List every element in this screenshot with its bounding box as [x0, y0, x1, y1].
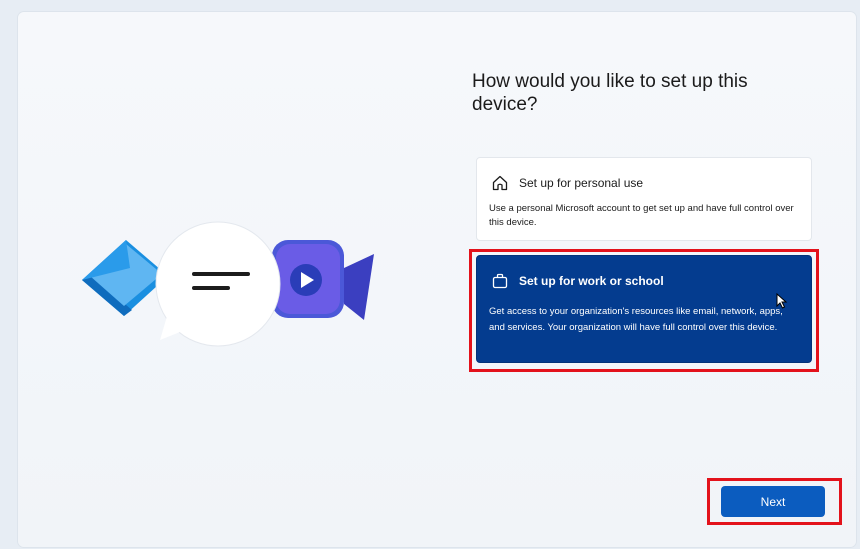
next-button[interactable]: Next [721, 486, 825, 517]
home-icon [489, 172, 511, 194]
option-work-header: Set up for work or school [489, 270, 799, 292]
mail-icon [82, 240, 168, 316]
option-personal-description: Use a personal Microsoft account to get … [489, 203, 794, 228]
chat-bubble-icon [155, 221, 281, 347]
briefcase-icon [489, 270, 511, 292]
mouse-cursor-icon [776, 293, 788, 309]
option-work-description: Get access to your organization's resour… [489, 306, 783, 333]
page-title: How would you like to set up this device… [472, 71, 748, 115]
option-work-label: Set up for work or school [519, 274, 664, 288]
video-camera-icon [272, 240, 374, 320]
option-work-or-school[interactable]: Set up for work or school Get access to … [476, 255, 812, 363]
option-personal-header: Set up for personal use [489, 172, 799, 194]
screen-background: How would you like to set up this device… [0, 0, 860, 549]
setup-illustration [82, 221, 374, 347]
option-personal-use[interactable]: Set up for personal use Use a personal M… [476, 157, 812, 241]
option-personal-label: Set up for personal use [519, 176, 644, 190]
